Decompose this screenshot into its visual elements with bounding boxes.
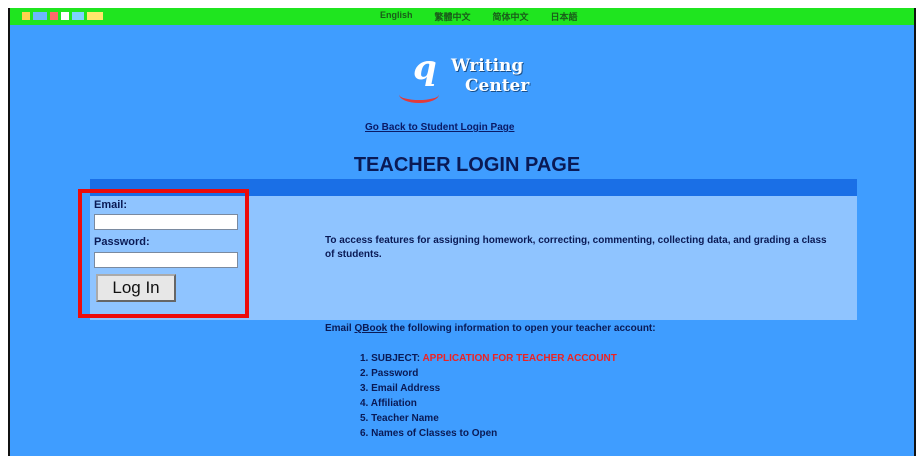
go-back-student-login-link[interactable]: Go Back to Student Login Page: [365, 122, 514, 133]
decoration-dot: [50, 12, 58, 20]
top-bar: English 繁體中文 简体中文 日本語: [10, 8, 914, 25]
list-item: 6. Names of Classes to Open: [360, 426, 617, 441]
writing-center-logo: q Writing Center: [395, 46, 545, 108]
subject-value: APPLICATION FOR TEACHER ACCOUNT: [422, 353, 617, 364]
page-title-container: TEACHER LOGIN PAGE: [10, 154, 914, 177]
step-number: 5.: [360, 413, 369, 424]
logo-swoosh-icon: [399, 86, 439, 103]
account-description: To access features for assigning homewor…: [325, 235, 827, 260]
decoration-dot: [87, 12, 103, 20]
step-number: 2.: [360, 368, 369, 379]
email-instructions: Email QBook the following information to…: [325, 323, 656, 334]
logo-line-2: Center: [465, 76, 530, 96]
step-number: 6.: [360, 428, 369, 439]
list-item: 3. Email Address: [360, 381, 617, 396]
language-links: English 繁體中文 简体中文 日本語: [380, 10, 578, 23]
email-suffix: the following information to open your t…: [387, 323, 656, 334]
page-frame: English 繁體中文 简体中文 日本語 q Writing Center G…: [8, 8, 916, 456]
email-prefix: Email: [325, 323, 355, 334]
list-item: 1. SUBJECT: APPLICATION FOR TEACHER ACCO…: [360, 351, 617, 366]
language-link-japanese[interactable]: 日本語: [551, 10, 578, 23]
decoration-dot: [61, 12, 69, 20]
step-number: 3.: [360, 383, 369, 394]
step-label: SUBJECT:: [371, 353, 421, 364]
step-label: Teacher Name: [371, 413, 439, 424]
language-link-simplified-chinese[interactable]: 简体中文: [493, 10, 529, 23]
application-steps-list: 1. SUBJECT: APPLICATION FOR TEACHER ACCO…: [360, 351, 617, 441]
decoration-dot: [33, 12, 47, 20]
top-bar-decorations: [22, 12, 103, 20]
list-item: 2. Password: [360, 366, 617, 381]
step-label: Affiliation: [370, 398, 417, 409]
step-number: 1.: [360, 353, 369, 364]
highlight-box: [78, 189, 249, 318]
step-label: Email Address: [371, 383, 441, 394]
qbook-email-link[interactable]: QBook: [354, 323, 387, 334]
language-link-traditional-chinese[interactable]: 繁體中文: [435, 10, 471, 23]
logo-line-1: Writing: [451, 56, 524, 76]
decoration-dot: [72, 12, 84, 20]
language-link-english[interactable]: English: [380, 10, 413, 23]
page-title: TEACHER LOGIN PAGE: [353, 154, 581, 176]
decoration-dot: [22, 12, 30, 20]
step-label: Password: [371, 368, 419, 379]
logo-letter: q: [413, 48, 437, 88]
list-item: 4. Affiliation: [360, 396, 617, 411]
step-number: 4.: [360, 398, 369, 409]
list-item: 5. Teacher Name: [360, 411, 617, 426]
step-label: Names of Classes to Open: [371, 428, 498, 439]
